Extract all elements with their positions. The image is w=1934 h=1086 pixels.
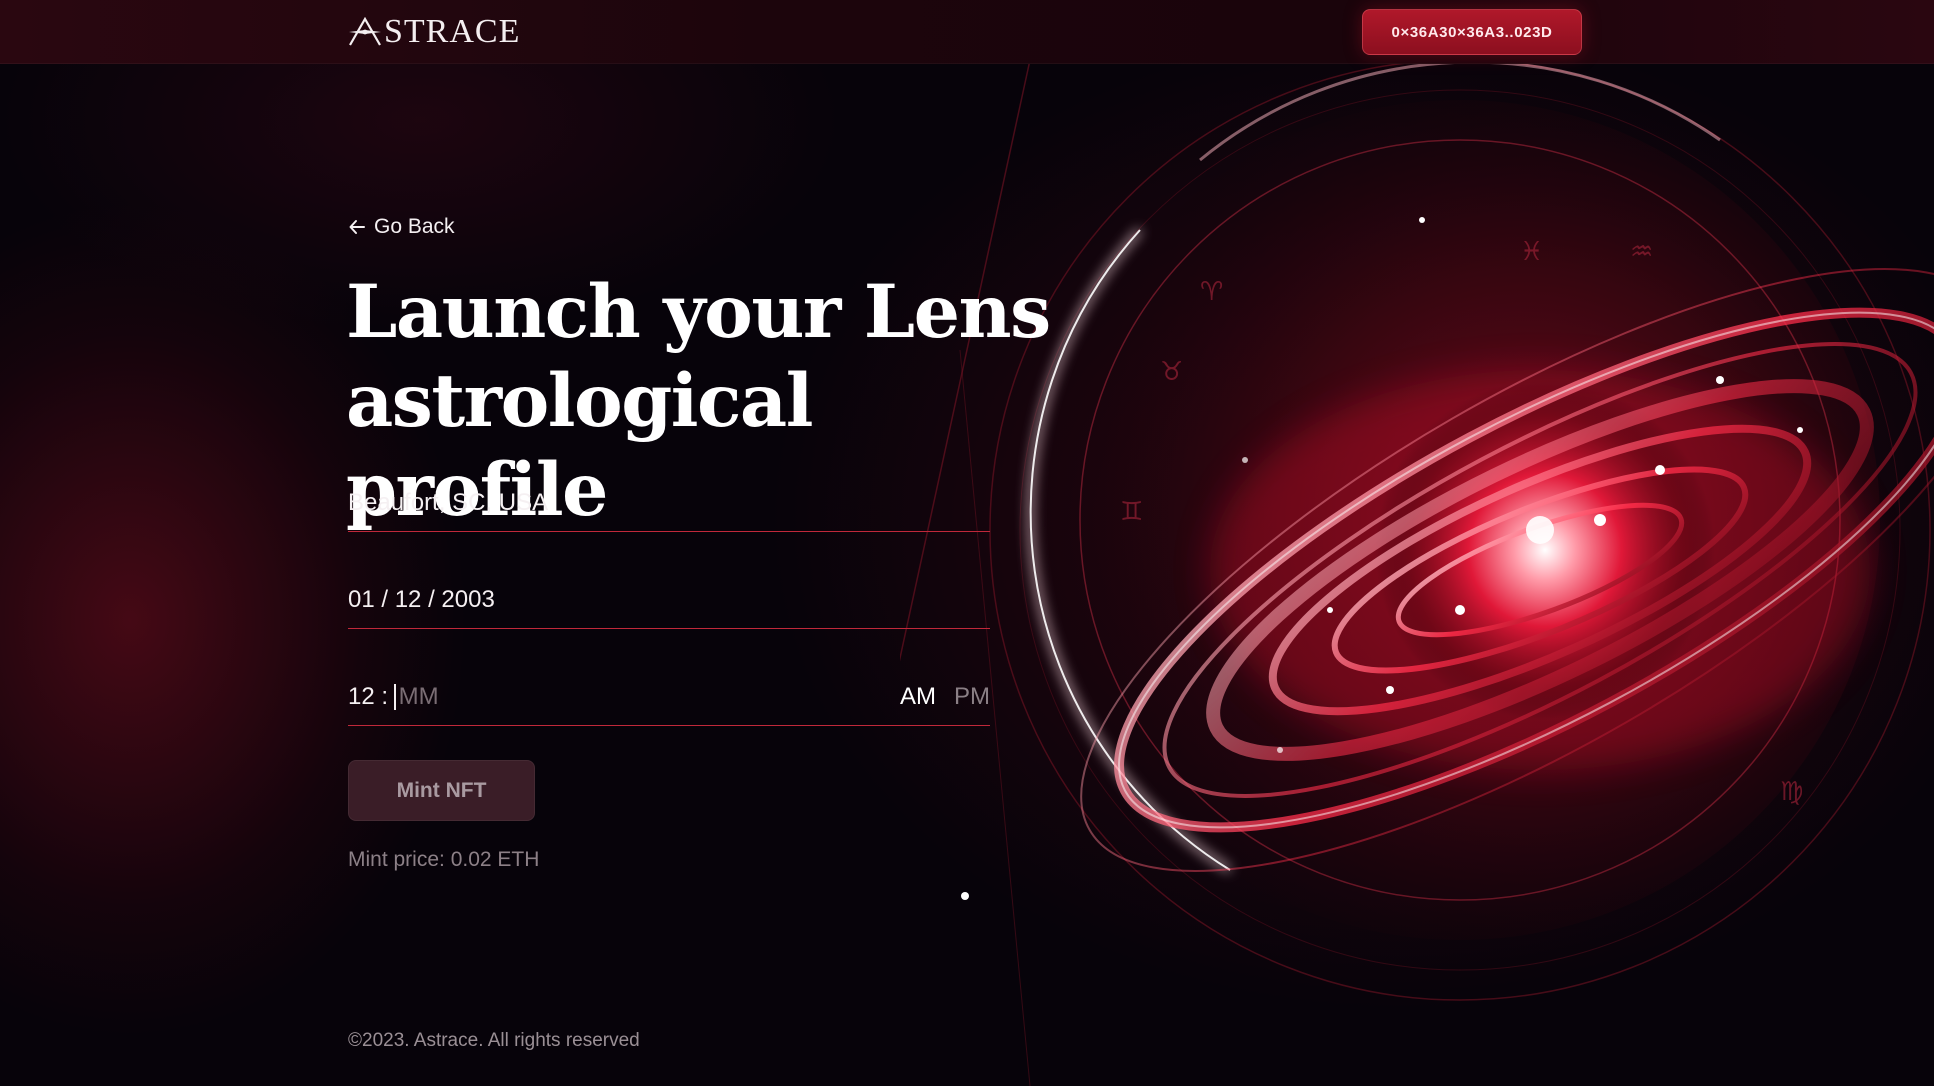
birth-location-input[interactable] [348,488,990,517]
svg-text:♊: ♊ [1120,497,1143,527]
astrace-star-mark-icon [349,17,381,46]
arrow-left-icon [349,220,365,234]
text-caret [394,683,396,710]
svg-text:♓: ♓ [1520,237,1543,267]
astrace-logo[interactable]: STRACE [348,12,520,52]
birth-date-field [348,571,990,629]
footer-copyright: ©2023. Astrace. All rights reserved [348,1030,640,1051]
svg-text:♍: ♍ [1780,777,1803,807]
birth-date-input[interactable] [348,585,990,614]
svg-text:♒: ♒ [1630,237,1653,267]
am-pm-toggle: AM PM [900,683,990,711]
wallet-address-button[interactable]: 0×36A30×36A3..023D [1362,9,1582,55]
pm-option[interactable]: PM [954,683,990,711]
am-option[interactable]: AM [900,683,936,711]
svg-text:♈: ♈ [1200,277,1223,307]
page: ♈ ♉ ♊ ♓ ♒ ♍ STRACE 0×36A30×36A3..023D Go… [0,0,1934,1086]
top-bar: STRACE 0×36A30×36A3..023D [0,0,1934,64]
svg-text:♉: ♉ [1160,357,1183,387]
title-line-1: Launch your Lens [346,269,1051,355]
time-hour-value[interactable]: 12 : [348,683,388,711]
logo-text: STRACE [384,13,521,50]
mint-price-text: Mint price: 0.02 ETH [348,848,540,871]
birth-time-field: 12 : AM PM [348,668,990,726]
time-minute-input[interactable] [398,682,900,711]
astrology-sphere-illustration: ♈ ♉ ♊ ♓ ♒ ♍ [900,59,1934,1086]
mint-nft-button[interactable]: Mint NFT [348,760,535,821]
go-back-link[interactable]: Go Back [348,212,455,242]
birth-location-field [348,474,990,532]
go-back-label: Go Back [374,215,455,238]
